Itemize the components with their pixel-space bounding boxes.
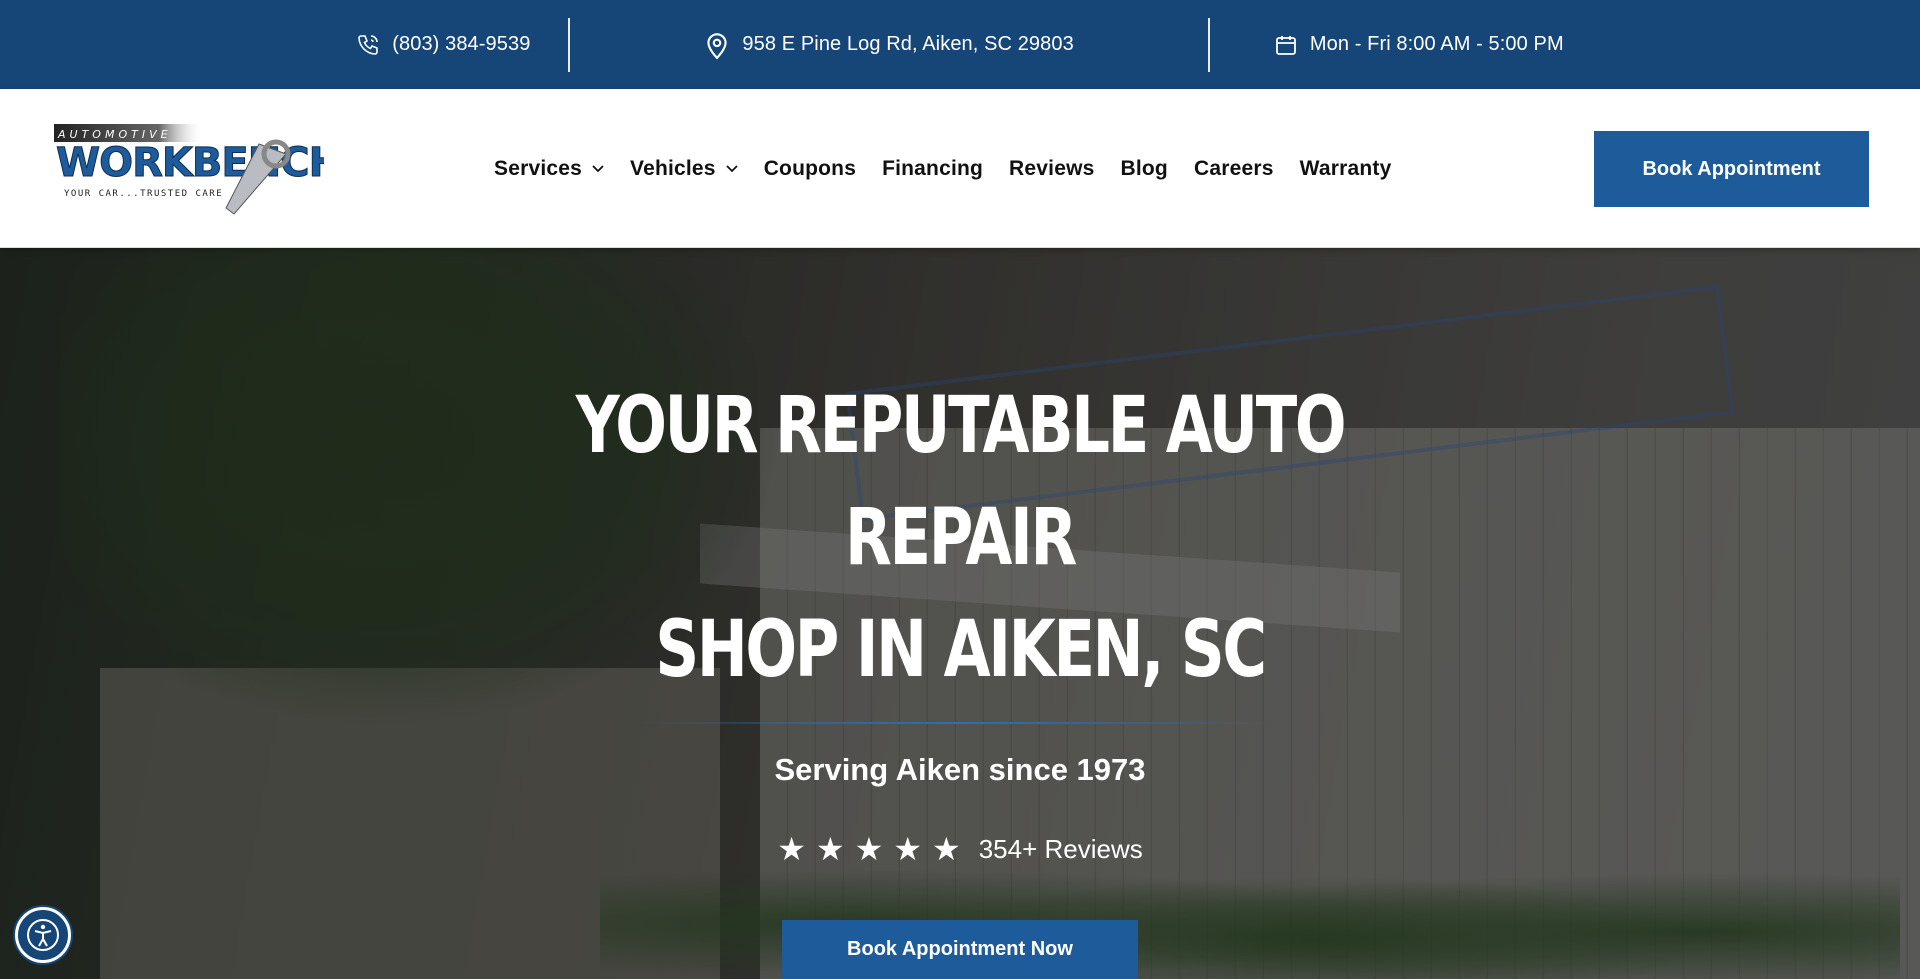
star-icon: ★ [893,831,922,868]
svg-text:YOUR CAR...TRUSTED CARE: YOUR CAR...TRUSTED CARE [64,189,223,199]
nav-warranty[interactable]: Warranty [1300,157,1392,181]
chevron-down-icon [726,164,738,172]
accessibility-button[interactable] [15,907,71,963]
nav-vehicles-label: Vehicles [630,156,716,180]
hours-text: Mon - Fri 8:00 AM - 5:00 PM [1309,33,1564,55]
address-text[interactable]: 958 E Pine Log Rd, Aiken, SC 29803 [742,33,1073,56]
location-pin-icon [707,32,728,59]
hours: Mon - Fri 8:00 AM - 5:00 PM [1210,33,1564,57]
book-appointment-now-button[interactable]: Book Appointment Now [782,920,1138,979]
hero-subtitle: Serving Aiken since 1973 [774,752,1146,788]
phone-icon [358,34,379,55]
main-nav: Services Vehicles Coupons Financing Revi… [494,89,1417,248]
nav-blog[interactable]: Blog [1121,157,1168,181]
hero-title: YOUR REPUTABLE AUTO REPAIR SHOP IN AIKEN… [570,370,1350,706]
star-icon: ★ [815,831,845,868]
chevron-down-icon [592,164,604,172]
rating: ★ ★ ★ ★ ★ 354+ Reviews [777,830,1142,868]
top-info-bar: (803) 384-9539 958 E Pine Log Rd, Aiken,… [0,0,1920,89]
nav-reviews[interactable]: Reviews [1009,157,1094,181]
star-icon: ★ [854,831,884,868]
reviews-count: 354+ Reviews [978,833,1143,864]
logo[interactable]: AUTOMOTIVE WORKBENCH YOUR CAR...TRUSTED … [54,124,343,216]
topbar-divider [1207,17,1210,72]
calendar-icon [1275,35,1296,55]
hero-divider [640,722,1280,725]
star-icon: ★ [932,831,961,868]
hero-title-line-1: YOUR REPUTABLE AUTO REPAIR [575,381,1347,583]
nav-careers[interactable]: Careers [1194,157,1274,181]
nav-vehicles[interactable]: Vehicles [630,157,738,181]
phone-link[interactable]: (803) 384-9539 [356,33,568,57]
hero-title-line-2: SHOP IN AIKEN, SC [655,605,1267,695]
star-rating: ★ ★ ★ ★ ★ [777,830,970,868]
nav-financing[interactable]: Financing [882,157,983,181]
hero-section: YOUR REPUTABLE AUTO REPAIR SHOP IN AIKEN… [0,248,1920,979]
topbar-divider [568,17,571,72]
nav-services[interactable]: Services [494,157,604,181]
nav-services-label: Services [494,156,583,180]
accessibility-icon [27,919,59,951]
hero-content: YOUR REPUTABLE AUTO REPAIR SHOP IN AIKEN… [0,248,1920,979]
address-link[interactable]: 958 E Pine Log Rd, Aiken, SC 29803 [570,30,1207,60]
phone-number[interactable]: (803) 384-9539 [392,33,530,56]
nav-coupons[interactable]: Coupons [764,157,856,181]
book-appointment-button[interactable]: Book Appointment [1594,131,1869,207]
star-icon: ★ [777,831,806,868]
site-header: AUTOMOTIVE WORKBENCH YOUR CAR...TRUSTED … [0,89,1920,248]
